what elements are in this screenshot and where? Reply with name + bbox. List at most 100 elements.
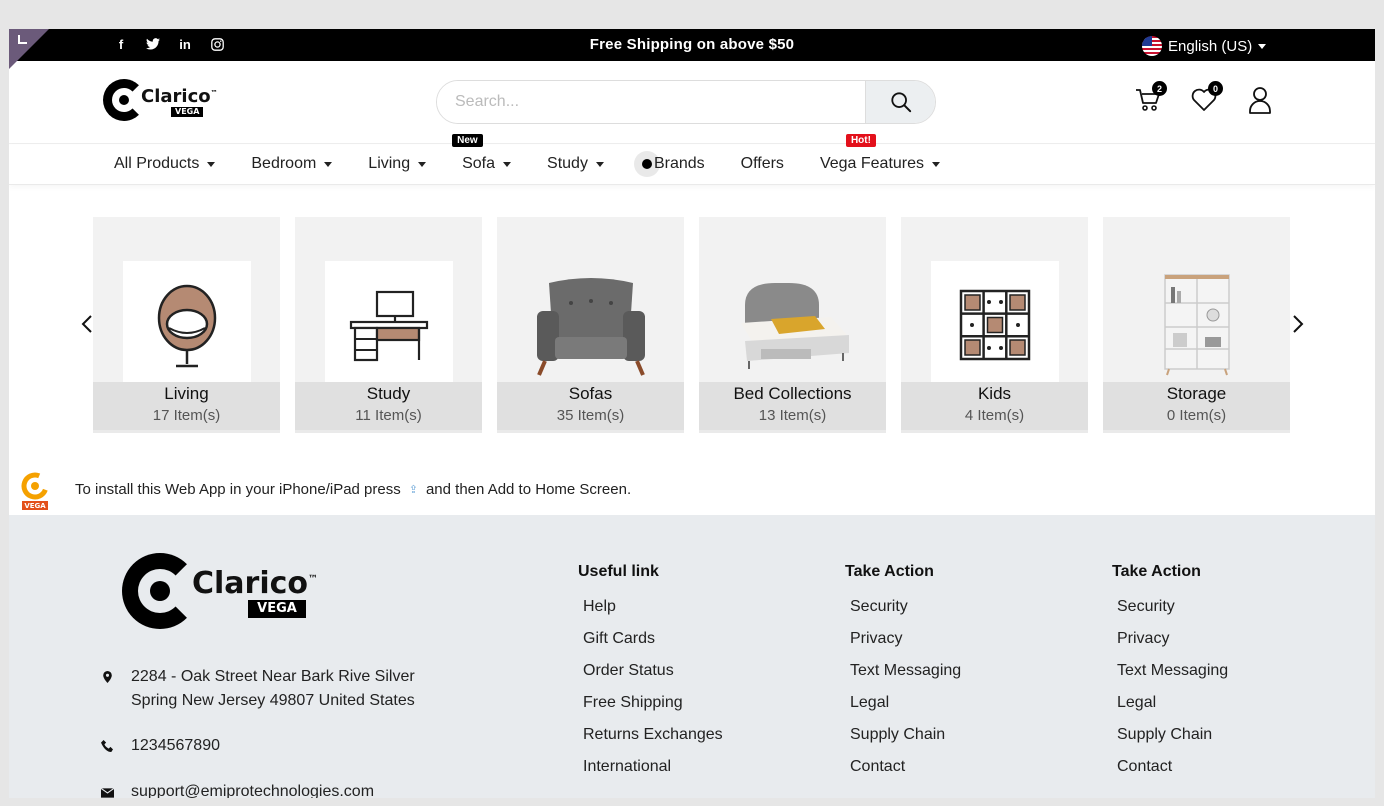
- desk-icon: [325, 261, 453, 389]
- main-navigation: All Products Bedroom Living New Sofa Stu…: [9, 134, 1375, 185]
- search-bar: [436, 80, 936, 124]
- footer-link[interactable]: Legal: [1117, 693, 1228, 725]
- category-count: 0 Item(s): [1166, 407, 1227, 424]
- footer-link[interactable]: Order Status: [583, 661, 723, 693]
- bed-image: [719, 261, 867, 389]
- footer-column-title: Take Action: [845, 563, 934, 580]
- chevron-down-icon: [324, 161, 333, 167]
- footer-logo[interactable]: Clarico™ VEGA: [122, 553, 318, 629]
- category-name: Storage: [1166, 384, 1227, 403]
- nav-living[interactable]: Living: [368, 154, 427, 174]
- category-card-study[interactable]: Study 11 Item(s): [295, 217, 482, 433]
- cart-count-badge: 2: [1152, 81, 1167, 96]
- cube-shelf-icon: [931, 261, 1059, 389]
- chevron-down-icon: [1258, 43, 1267, 49]
- category-carousel: Living 17 Item(s) Study 11 Item(s) Sofas 35…: [93, 217, 1290, 433]
- footer-column-take-action-2: Take Action Security Privacy Text Messag…: [1112, 563, 1228, 789]
- app-logo-icon: VEGA: [21, 472, 49, 510]
- footer-link[interactable]: Privacy: [1117, 629, 1228, 661]
- logo-vega-tag: VEGA: [248, 600, 306, 618]
- armchair-image: [517, 261, 665, 389]
- footer-link[interactable]: Legal: [850, 693, 961, 725]
- footer-link[interactable]: Supply Chain: [1117, 725, 1228, 757]
- category-count: 13 Item(s): [758, 407, 827, 424]
- nav-sofa[interactable]: New Sofa: [452, 134, 512, 174]
- footer-link[interactable]: Help: [583, 597, 723, 629]
- phone-icon: [101, 734, 113, 760]
- footer-column-title: Useful link: [578, 563, 659, 580]
- account-button[interactable]: [1247, 85, 1273, 115]
- site-header: Clarico™ VEGA 2 0: [9, 61, 1375, 144]
- bookshelf-image: [1123, 261, 1271, 389]
- new-badge: New: [452, 134, 483, 147]
- chevron-down-icon: [932, 161, 941, 167]
- footer-link[interactable]: Privacy: [850, 629, 961, 661]
- category-card-bed-collections[interactable]: Bed Collections 13 Item(s): [699, 217, 886, 433]
- nav-bedroom[interactable]: Bedroom: [251, 154, 333, 174]
- page-frame: f in Free Shipping on above $50 English …: [9, 29, 1375, 798]
- footer-link[interactable]: Supply Chain: [850, 725, 961, 757]
- us-flag-icon: [1142, 36, 1162, 56]
- footer-link[interactable]: Contact: [1117, 757, 1228, 789]
- footer-link[interactable]: Free Shipping: [583, 693, 723, 725]
- install-text-start: To install this Web App in your iPhone/i…: [75, 481, 401, 498]
- category-name: Sofas: [568, 384, 613, 403]
- footer-link[interactable]: Security: [850, 597, 961, 629]
- corner-ribbon: [9, 29, 49, 69]
- category-card-living[interactable]: Living 17 Item(s): [93, 217, 280, 433]
- cart-button[interactable]: 2: [1135, 81, 1167, 115]
- footer-address: 2284 - Oak Street Near Bark Rive Silver …: [101, 665, 415, 713]
- footer-link[interactable]: Gift Cards: [583, 629, 723, 661]
- footer-email: support@emiprotechnologies.com: [100, 780, 374, 798]
- footer-link[interactable]: Contact: [850, 757, 961, 789]
- language-label: English (US): [1168, 37, 1253, 55]
- share-icon: ⇪: [408, 484, 418, 496]
- site-footer: Clarico™ VEGA 2284 - Oak Street Near Bar…: [9, 515, 1375, 798]
- footer-link[interactable]: Security: [1117, 597, 1228, 629]
- footer-phone: 1234567890: [101, 734, 220, 760]
- wishlist-button[interactable]: 0: [1191, 81, 1223, 115]
- category-count: 17 Item(s): [152, 407, 221, 424]
- chevron-down-icon: [595, 161, 604, 167]
- footer-column-title: Take Action: [1112, 563, 1201, 580]
- search-icon: [890, 92, 911, 113]
- install-webapp-prompt: VEGA To install this Web App in your iPh…: [9, 469, 1375, 515]
- footer-link[interactable]: Text Messaging: [850, 661, 961, 693]
- category-name: Living: [164, 384, 209, 403]
- nav-vega-features[interactable]: Hot! Vega Features: [820, 134, 941, 174]
- hot-badge: Hot!: [845, 134, 876, 147]
- category-name: Bed Collections: [733, 384, 852, 403]
- footer-link[interactable]: Text Messaging: [1117, 661, 1228, 693]
- category-name: Kids: [977, 384, 1012, 403]
- footer-link[interactable]: International: [583, 757, 723, 789]
- nav-offers[interactable]: Offers: [741, 154, 784, 174]
- email-link[interactable]: support@emiprotechnologies.com: [131, 780, 374, 798]
- nav-brands[interactable]: Brands: [633, 151, 705, 177]
- site-logo[interactable]: Clarico™ VEGA: [103, 79, 218, 121]
- search-input[interactable]: [437, 81, 865, 123]
- address-line-1: 2284 - Oak Street Near Bark Rive Silver: [131, 668, 415, 685]
- chevron-down-icon: [503, 161, 512, 167]
- logo-mark: [103, 79, 145, 121]
- category-card-kids[interactable]: Kids 4 Item(s): [901, 217, 1088, 433]
- footer-column-useful-link: Useful link Help Gift Cards Order Status…: [578, 563, 723, 789]
- search-button[interactable]: [865, 81, 935, 123]
- svg-text:VEGA: VEGA: [24, 502, 46, 510]
- chevron-left-icon: [81, 315, 92, 333]
- category-card-storage[interactable]: Storage 0 Item(s): [1103, 217, 1290, 433]
- footer-link[interactable]: Returns Exchanges: [583, 725, 723, 757]
- header-actions: 2 0: [1135, 81, 1273, 115]
- language-selector[interactable]: English (US): [1142, 36, 1267, 56]
- address-line-2: Spring New Jersey 49807 United States: [131, 692, 415, 709]
- chevron-down-icon: [207, 161, 216, 167]
- category-card-sofas[interactable]: Sofas 35 Item(s): [497, 217, 684, 433]
- logo-wordmark: Clarico™ VEGA: [141, 86, 218, 117]
- wishlist-count-badge: 0: [1208, 81, 1223, 96]
- nav-study[interactable]: Study: [547, 154, 604, 174]
- top-announcement-bar: f in Free Shipping on above $50 English …: [9, 29, 1375, 61]
- chevron-down-icon: [418, 161, 427, 167]
- carousel-next-button[interactable]: [1288, 314, 1308, 334]
- phone-number[interactable]: 1234567890: [131, 734, 220, 760]
- nav-all-products[interactable]: All Products: [114, 154, 216, 174]
- category-count: 11 Item(s): [355, 407, 422, 424]
